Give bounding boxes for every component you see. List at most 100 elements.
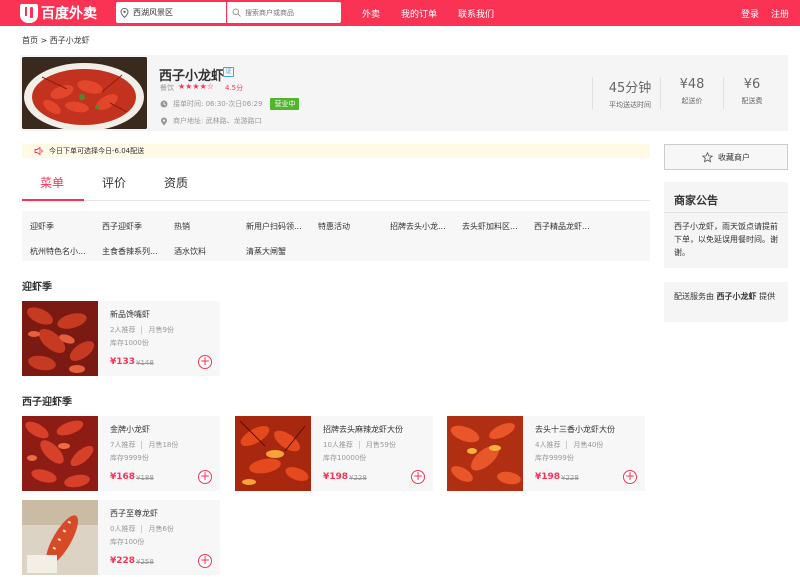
category-item[interactable]: 迎虾季 — [30, 221, 54, 232]
promo-notice: 今日下单可选择今日-6.04配送 — [22, 144, 650, 158]
stat-value: ¥48 — [679, 77, 705, 92]
category-item[interactable]: 主食香辣系列... — [102, 246, 158, 257]
dish-original-price: ¥148 — [136, 359, 154, 367]
dish-meta: 10人推荐 月售59份 — [323, 440, 396, 450]
logo-text: 百度外卖 — [41, 6, 97, 22]
dish-photo — [22, 416, 98, 491]
add-to-cart-button[interactable]: + — [411, 470, 425, 484]
location-pin-icon — [120, 7, 129, 18]
nav-my-orders[interactable]: 我的订单 — [401, 0, 437, 26]
category-item[interactable]: 新用户扫码领... — [246, 221, 302, 232]
address-text: 商户地址: 武林路、龙游路口 — [173, 117, 262, 125]
dish-meta: 4人推荐 月售40份 — [535, 440, 603, 450]
breadcrumb[interactable]: 首页 > 西子小龙虾 — [22, 35, 90, 46]
add-to-cart-button[interactable]: + — [198, 554, 212, 568]
dish-card[interactable]: 招牌去头麻辣龙虾大份 10人推荐 月售59份 库存10000份 ¥198 ¥228… — [235, 416, 433, 491]
dish-name: 去头十三香小龙虾大份 — [535, 425, 615, 434]
dish-stock: 库存10000份 — [323, 454, 367, 462]
category-item[interactable]: 西子迎虾季 — [102, 221, 142, 232]
shop-header: 西子小龙虾 证 餐饮 ★★★★☆ 4.5分 接单时间: 06:30-次日06:2… — [20, 55, 788, 131]
dish-original-price: ¥258 — [136, 558, 154, 566]
dish-card[interactable]: 新品馋嘴虾 2人推荐 月售9份 库存1000份 ¥133 ¥148 + — [22, 301, 220, 376]
notice-body: 西子小龙虾，雨天饭点请提前下单，以免延误用餐时间。谢谢。 — [674, 222, 778, 257]
dish-recommend: 2人推荐 — [110, 326, 136, 334]
delivery-info: 配送服务由 西子小龙虾 提供 — [664, 282, 788, 322]
category-item[interactable]: 清蒸大闸蟹 — [246, 246, 286, 257]
add-to-cart-button[interactable]: + — [198, 355, 212, 369]
brand-logo[interactable]: 百度外卖 — [20, 3, 97, 23]
dish-original-price: ¥228 — [561, 474, 579, 482]
dish-card[interactable]: 金牌小龙虾 7人推荐 月售18份 库存9999份 ¥168 ¥188 + — [22, 416, 220, 491]
dish-photo — [235, 416, 311, 491]
dish-name: 招牌去头麻辣龙虾大份 — [323, 425, 403, 434]
category-item[interactable]: 酒水饮料 — [174, 246, 206, 257]
shop-address: 商户地址: 武林路、龙游路口 — [160, 116, 262, 126]
stat-label: 起送价 — [681, 97, 703, 105]
login-link[interactable]: 登录 — [741, 0, 759, 26]
category-item[interactable]: 西子精品龙虾... — [534, 221, 590, 232]
stat-delivery-fee: ¥6 配送费 — [722, 77, 782, 106]
dish-recommend: 7人推荐 — [110, 441, 136, 449]
shop-tabs: 菜单 评价 资质 — [22, 166, 650, 201]
register-link[interactable]: 注册 — [771, 0, 789, 26]
add-to-cart-button[interactable]: + — [623, 470, 637, 484]
category-item[interactable]: 杭州特色名小... — [30, 246, 86, 257]
search-box[interactable] — [227, 2, 341, 23]
verified-badge[interactable]: 证 — [223, 67, 234, 77]
dish-stock: 库存100份 — [110, 538, 145, 546]
category-item[interactable]: 热销 — [174, 221, 190, 232]
stat-value: 45分钟 — [608, 81, 652, 96]
favorite-shop-button[interactable]: 收藏商户 — [664, 144, 788, 170]
stat-divider — [660, 77, 661, 109]
stat-divider — [592, 77, 593, 109]
add-to-cart-button[interactable]: + — [198, 470, 212, 484]
dish-price: ¥228 — [110, 556, 136, 566]
dish-meta: 2人推荐 月售9份 — [110, 325, 174, 335]
location-text: 西湖风景区 — [133, 8, 173, 17]
delivery-shop-name: 西子小龙虾 — [716, 292, 757, 301]
search-input[interactable] — [245, 8, 335, 17]
dish-price: ¥198 — [323, 472, 349, 482]
dish-stock: 库存9999份 — [535, 454, 574, 462]
dish-price: ¥133 — [110, 357, 136, 367]
rating-stars: ★★★★☆ — [178, 82, 214, 91]
dish-photo — [22, 301, 98, 376]
dish-card[interactable]: 西子至尊龙虾 0人推荐 月售6份 库存100份 ¥228 ¥258 + — [22, 500, 220, 575]
location-pin-icon — [161, 117, 167, 125]
dish-meta: 7人推荐 月售18份 — [110, 440, 178, 450]
dish-name: 金牌小龙虾 — [110, 425, 150, 434]
promo-text: 今日下单可选择今日-6.04配送 — [49, 147, 145, 155]
top-nav-bar: 百度外卖 西湖风景区 外卖 我的订单 联系我们 登录 注册 — [0, 0, 800, 26]
delivery-prefix: 配送服务由 — [674, 292, 714, 301]
shop-notice-panel: 商家公告 西子小龙虾，雨天饭点请提前下单，以免延误用餐时间。谢谢。 — [664, 182, 788, 268]
dish-recommend: 4人推荐 — [535, 441, 561, 449]
tab-reviews[interactable]: 评价 — [102, 174, 126, 191]
dish-recommend: 10人推荐 — [323, 441, 353, 449]
dish-card[interactable]: 去头十三香小龙虾大份 4人推荐 月售40份 库存9999份 ¥198 ¥228 + — [447, 416, 645, 491]
stat-value: ¥6 — [743, 77, 761, 92]
dish-sold: 月售9份 — [148, 326, 174, 334]
logo-icon — [20, 3, 38, 23]
category-item[interactable]: 招牌去头小龙... — [390, 221, 446, 232]
business-hours: 接单时间: 06:30-次日06:29 营业中 — [160, 98, 300, 110]
location-selector[interactable]: 西湖风景区 — [116, 2, 226, 23]
notice-title: 商家公告 — [674, 194, 718, 207]
tab-menu[interactable]: 菜单 — [40, 174, 64, 191]
nav-contact-us[interactable]: 联系我们 — [458, 0, 494, 26]
category-item[interactable]: 特惠活动 — [318, 221, 350, 232]
dish-name: 西子至尊龙虾 — [110, 509, 158, 518]
star-icon — [702, 151, 713, 163]
dish-photo — [447, 416, 523, 491]
section-title: 西子迎虾季 — [22, 397, 72, 408]
tab-qualifications[interactable]: 资质 — [164, 174, 188, 191]
delivery-suffix: 提供 — [759, 292, 776, 301]
category-item[interactable]: 去头虾加料区... — [462, 221, 518, 232]
dish-stock: 库存1000份 — [110, 339, 149, 347]
hours-text: 接单时间: 06:30-次日06:29 — [173, 100, 263, 108]
section-title: 迎虾季 — [22, 282, 52, 293]
nav-takeout[interactable]: 外卖 — [362, 0, 380, 26]
shop-photo — [22, 57, 147, 129]
stat-label: 配送费 — [741, 97, 763, 105]
dish-sold: 月售6份 — [148, 525, 174, 533]
dish-sold: 月售59份 — [365, 441, 396, 449]
